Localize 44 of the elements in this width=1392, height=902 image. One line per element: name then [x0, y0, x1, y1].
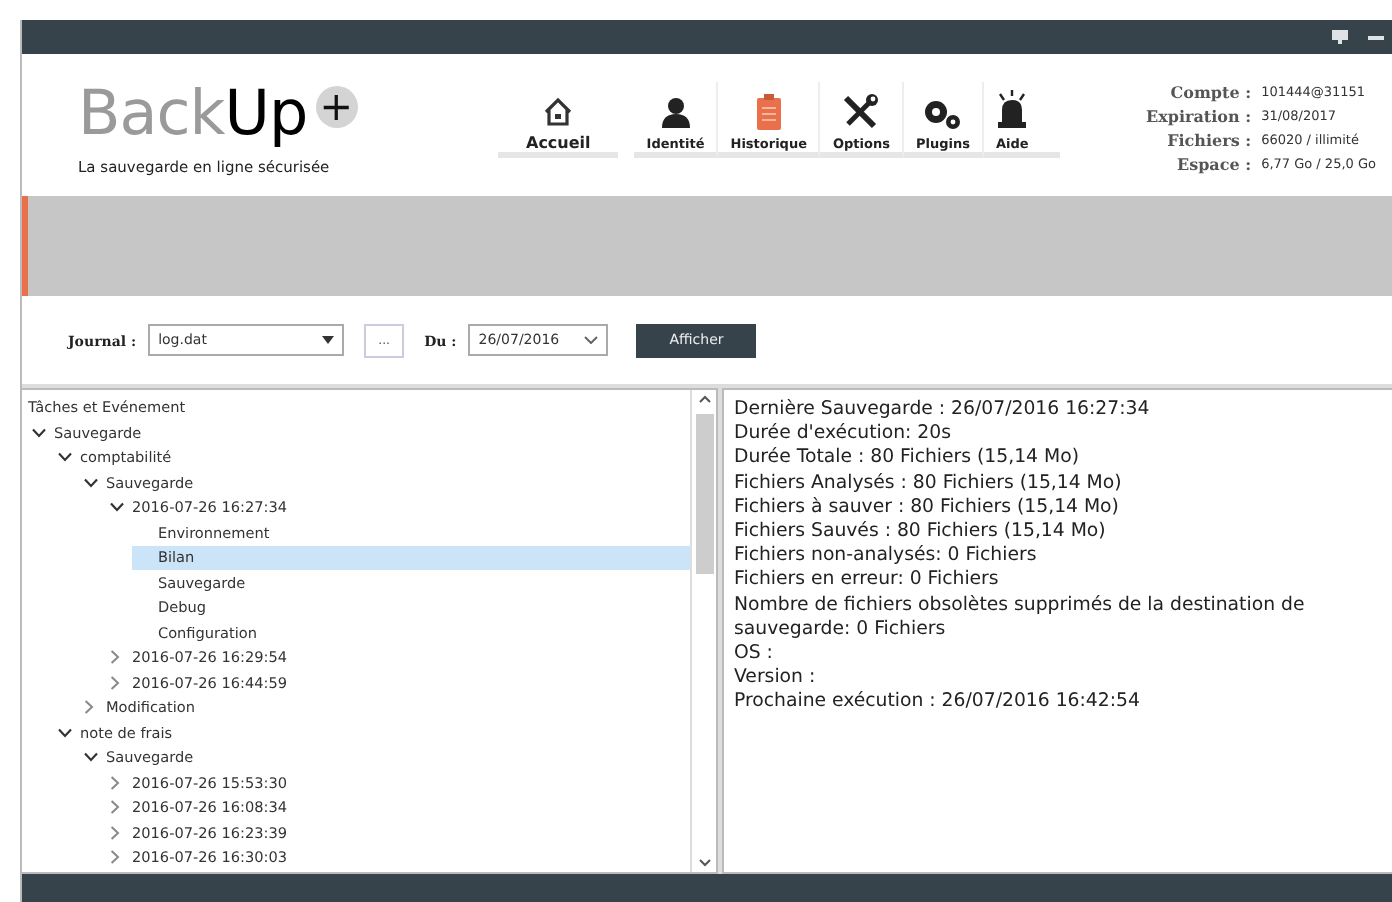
- chevron-down-icon[interactable]: [84, 477, 98, 488]
- chevron-right-icon[interactable]: [110, 650, 120, 665]
- account-label: Compte :: [1168, 80, 1252, 104]
- report-line: Durée d'exécution: 20s: [734, 422, 953, 447]
- report-line: Prochaine exécution : 26/07/2016 16:42:54: [734, 690, 1142, 716]
- account-label: Espace :: [1174, 152, 1252, 176]
- chevron-right-icon[interactable]: [110, 675, 120, 690]
- chevron-down-icon[interactable]: [110, 502, 124, 513]
- chevron-down-icon[interactable]: [58, 452, 72, 463]
- beacon-icon: [996, 90, 1029, 130]
- scrollbar[interactable]: [690, 390, 716, 872]
- person-icon: [659, 96, 692, 130]
- minimize-icon[interactable]: [1368, 35, 1384, 39]
- tools-icon: [842, 94, 881, 130]
- report-line: Fichiers non-analysés: 0 Fichiers: [734, 544, 1039, 569]
- clipboard-icon: [755, 94, 782, 130]
- report-line: Fichiers à sauver : 80 Fichiers (15,14 Mo): [734, 495, 1121, 521]
- report-line: Fichiers Analysés : 80 Fichiers (15,14 Mo): [734, 471, 1124, 496]
- home-icon: [542, 96, 575, 128]
- report-line: Fichiers en erreur: 0 Fichiers: [734, 568, 1001, 594]
- report-line: Dernière Sauvegarde : 26/07/2016 16:27:34: [734, 398, 1152, 423]
- chevron-right-icon[interactable]: [110, 850, 120, 865]
- chevron-down-icon: [584, 336, 599, 344]
- chevron-down-icon[interactable]: [84, 752, 98, 763]
- pin-icon[interactable]: [1332, 30, 1348, 44]
- report-line: Version :: [734, 666, 818, 691]
- dropdown-arrow-icon: [322, 336, 335, 344]
- plus-badge: +: [315, 85, 358, 127]
- account-label: Expiration :: [1146, 104, 1252, 128]
- app-logo: BackUp: [78, 78, 308, 150]
- scroll-thumb[interactable]: [695, 414, 713, 574]
- report-line: Durée Totale : 80 Fichiers (15,14 Mo): [734, 446, 1081, 472]
- chevron-right-icon[interactable]: [110, 775, 120, 790]
- chevron-down-icon[interactable]: [58, 727, 72, 738]
- report-line: Fichiers Sauvés : 80 Fichiers (15,14 Mo): [734, 520, 1108, 545]
- chevron-right-icon[interactable]: [84, 700, 94, 715]
- gears-icon: [922, 98, 963, 130]
- report-line: Nombre de fichiers obsolètes supprimés de la destination de sauvegarde: 0 Fichiers: [734, 593, 1307, 643]
- report-line: OS :: [734, 642, 775, 667]
- chevron-down-icon[interactable]: [32, 427, 46, 438]
- account-label: Fichiers :: [1165, 128, 1252, 152]
- chevron-right-icon[interactable]: [110, 825, 120, 840]
- nav-tab[interactable]: Accueil: [498, 82, 619, 158]
- chevron-right-icon[interactable]: [110, 800, 120, 815]
